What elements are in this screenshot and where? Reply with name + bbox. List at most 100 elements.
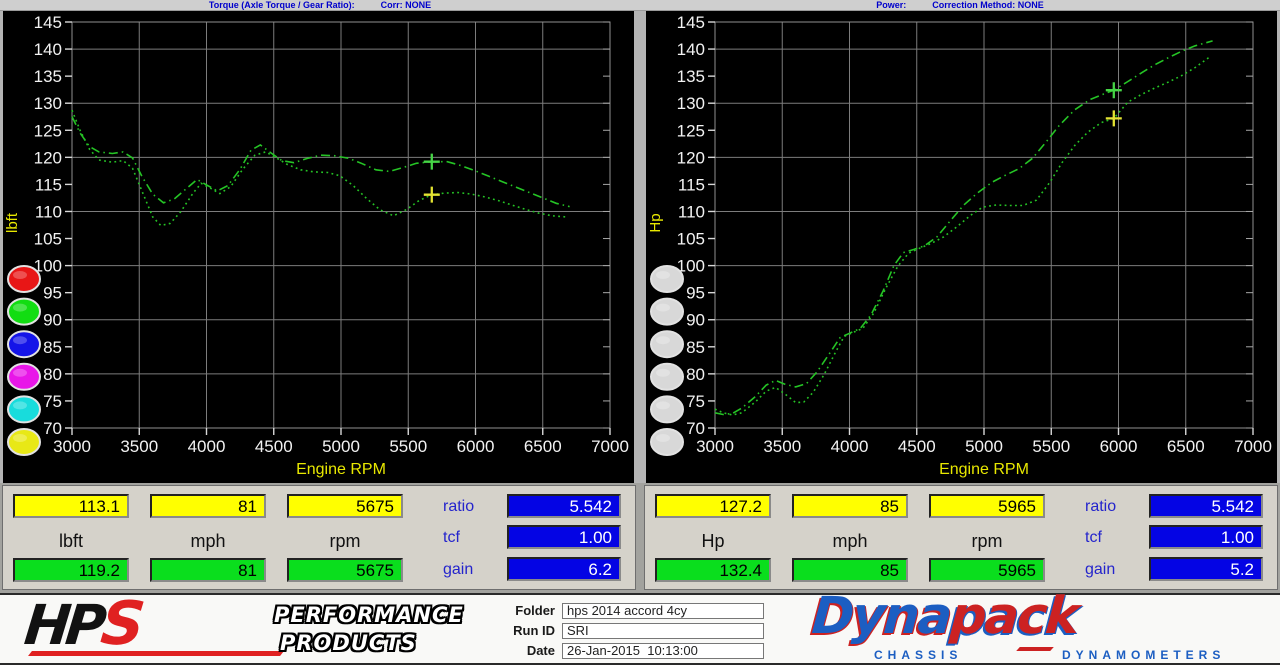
x-tick-label: 3000 bbox=[696, 437, 734, 456]
channel-button[interactable] bbox=[8, 429, 40, 455]
x-tick-label: 4500 bbox=[255, 437, 293, 456]
power-chart: 7075808590951001051101151201251301351401… bbox=[646, 11, 1277, 483]
power-run-baseline-dotted bbox=[715, 58, 1209, 415]
torque-chart-panel: 7075808590951001051101151201251301351401… bbox=[3, 11, 634, 483]
power-tcf-value: 1.00 bbox=[1149, 525, 1263, 549]
power-title: Power: bbox=[876, 0, 906, 10]
x-tick-label: 3500 bbox=[763, 437, 801, 456]
x-tick-label: 4500 bbox=[898, 437, 936, 456]
channel-button[interactable] bbox=[8, 396, 40, 422]
folder-label: Folder bbox=[500, 603, 562, 618]
x-tick-label: 7000 bbox=[591, 437, 629, 456]
hps-logo: HPS bbox=[21, 589, 143, 659]
torque-ratio-value: 5.542 bbox=[507, 494, 621, 518]
run-id-label: Run ID bbox=[500, 623, 562, 638]
y-tick-label: 125 bbox=[677, 121, 705, 140]
cursor-marker bbox=[1106, 82, 1122, 98]
y-tick-label: 105 bbox=[677, 230, 705, 249]
channel-button-highlight bbox=[13, 271, 27, 279]
date-input[interactable] bbox=[562, 643, 764, 659]
power-gain-value: 5.2 bbox=[1149, 557, 1263, 581]
channel-button[interactable] bbox=[651, 299, 683, 325]
torque-cursor-sri-speed: 81 bbox=[150, 558, 266, 582]
y-tick-label: 75 bbox=[43, 392, 62, 411]
y-tick-label: 95 bbox=[686, 284, 705, 303]
channel-button-highlight bbox=[656, 434, 670, 442]
run-info-fields: Folder Run ID Date bbox=[500, 602, 764, 662]
x-tick-label: 5500 bbox=[389, 437, 427, 456]
torque-run-sri-dashdot bbox=[72, 117, 570, 207]
y-tick-label: 140 bbox=[677, 40, 705, 59]
channel-button[interactable] bbox=[8, 299, 40, 325]
power-titlebar: Power: Correction Method: NONE bbox=[640, 0, 1280, 11]
date-field-row: Date bbox=[500, 642, 764, 659]
channel-button[interactable] bbox=[8, 266, 40, 292]
power-correction-status: Correction Method: NONE bbox=[932, 0, 1044, 10]
power-ratio-value: 5.542 bbox=[1149, 494, 1263, 518]
channel-button-highlight bbox=[656, 369, 670, 377]
x-tick-label: 5000 bbox=[965, 437, 1003, 456]
power-cursor-sri-speed: 85 bbox=[792, 558, 908, 582]
power-run-sri-dashdot bbox=[715, 41, 1213, 415]
y-tick-label: 120 bbox=[677, 148, 705, 167]
torque-gain-value: 6.2 bbox=[507, 557, 621, 581]
folder-input[interactable] bbox=[562, 603, 764, 619]
cursor-marker bbox=[424, 187, 440, 203]
torque-title: Torque (Axle Torque / Gear Ratio): bbox=[209, 0, 355, 10]
tcf-label: tcf bbox=[1085, 529, 1102, 547]
x-tick-label: 5000 bbox=[322, 437, 360, 456]
titlebar: Torque (Axle Torque / Gear Ratio): Corr:… bbox=[0, 0, 1280, 11]
rpm-unit-label: rpm bbox=[929, 531, 1045, 552]
x-tick-label: 6500 bbox=[524, 437, 562, 456]
torque-cursor-baseline-speed: 81 bbox=[150, 494, 266, 518]
y-tick-label: 90 bbox=[43, 311, 62, 330]
y-tick-label: 115 bbox=[35, 175, 62, 194]
power-data-panel: 127.2 85 5965 Hp mph rpm 132.4 85 5965 r… bbox=[644, 485, 1278, 590]
y-axis-label: Hp bbox=[647, 213, 664, 232]
torque-titlebar: Torque (Axle Torque / Gear Ratio): Corr:… bbox=[0, 0, 640, 11]
chart-divider bbox=[634, 11, 646, 483]
x-tick-label: 4000 bbox=[188, 437, 226, 456]
channel-button[interactable] bbox=[651, 266, 683, 292]
torque-cursor-sri-value: 119.2 bbox=[13, 558, 129, 582]
hps-logo-hp: HP bbox=[22, 593, 105, 657]
x-tick-label: 6500 bbox=[1167, 437, 1205, 456]
y-axis-label: lbft bbox=[4, 212, 21, 233]
channel-button[interactable] bbox=[651, 331, 683, 357]
channel-button[interactable] bbox=[651, 429, 683, 455]
charts-row: 7075808590951001051101151201251301351401… bbox=[0, 11, 1280, 483]
date-label: Date bbox=[500, 643, 562, 658]
y-tick-label: 105 bbox=[34, 230, 62, 249]
y-tick-label: 145 bbox=[34, 13, 62, 32]
cursor-marker bbox=[424, 154, 440, 170]
power-cursor-baseline-rpm: 5965 bbox=[929, 494, 1045, 518]
hps-logo-underline bbox=[28, 651, 284, 656]
x-axis-label: Engine RPM bbox=[296, 461, 386, 478]
torque-chart: 7075808590951001051101151201251301351401… bbox=[3, 11, 634, 483]
y-tick-label: 110 bbox=[678, 202, 705, 221]
channel-button[interactable] bbox=[8, 331, 40, 357]
y-tick-label: 115 bbox=[678, 175, 705, 194]
torque-cursor-sri-rpm: 5675 bbox=[287, 558, 403, 582]
y-tick-label: 80 bbox=[43, 365, 62, 384]
run-id-input[interactable] bbox=[562, 623, 764, 639]
channel-button[interactable] bbox=[8, 364, 40, 390]
channel-button[interactable] bbox=[651, 396, 683, 422]
channel-button-highlight bbox=[13, 434, 27, 442]
y-tick-label: 110 bbox=[35, 202, 62, 221]
torque-tcf-value: 1.00 bbox=[507, 525, 621, 549]
y-tick-label: 70 bbox=[43, 419, 62, 438]
torque-data-panel: 113.1 81 5675 lbft mph rpm 119.2 81 5675… bbox=[2, 485, 636, 590]
tcf-label: tcf bbox=[443, 529, 460, 547]
channel-button[interactable] bbox=[651, 364, 683, 390]
channel-button-highlight bbox=[13, 304, 27, 312]
hps-tagline-products: PRODUCTS bbox=[280, 631, 417, 655]
y-tick-label: 70 bbox=[686, 419, 705, 438]
run-id-field-row: Run ID bbox=[500, 622, 764, 639]
hps-logo-s: S bbox=[98, 589, 144, 659]
x-axis-label: Engine RPM bbox=[939, 461, 1029, 478]
channel-button-highlight bbox=[13, 401, 27, 409]
y-tick-label: 140 bbox=[34, 40, 62, 59]
speed-unit-label: mph bbox=[150, 531, 266, 552]
dyno-software-window: Torque (Axle Torque / Gear Ratio): Corr:… bbox=[0, 0, 1280, 665]
